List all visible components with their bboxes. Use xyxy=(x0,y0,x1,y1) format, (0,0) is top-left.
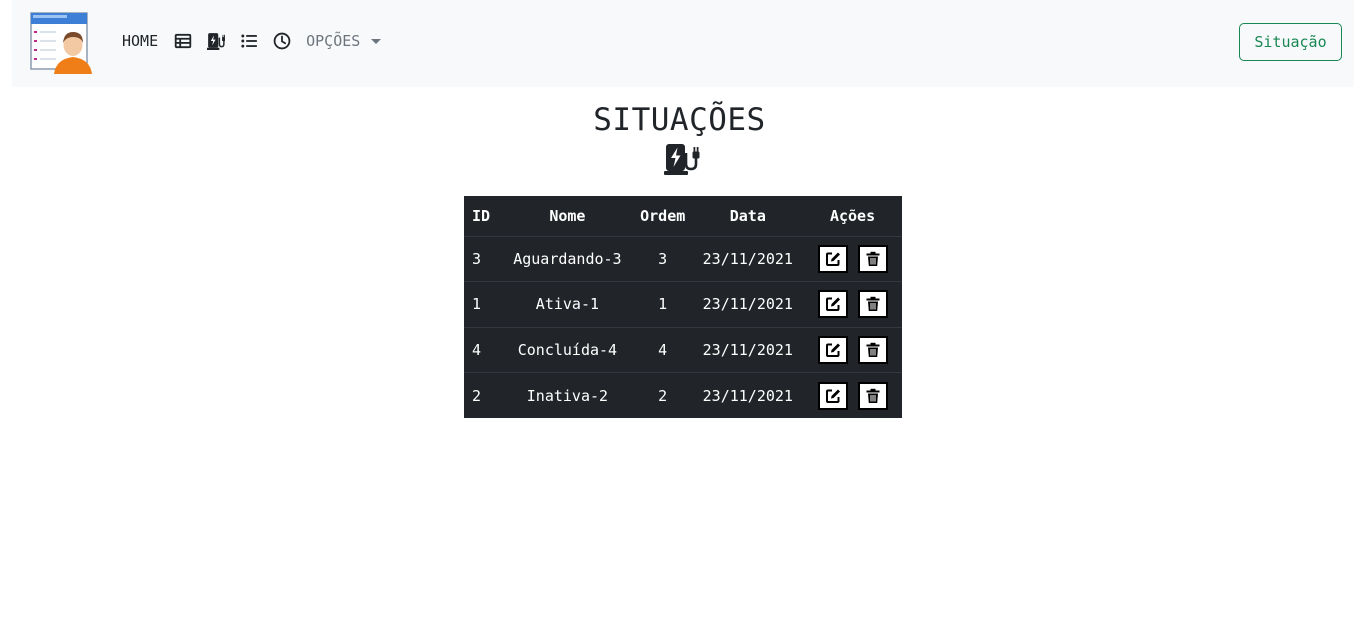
table-row: 1 Ativa-1 1 23/11/2021 xyxy=(464,281,902,327)
cell-actions xyxy=(803,372,902,418)
options-dropdown[interactable]: OPÇÕES xyxy=(306,32,382,50)
column-header-data: Data xyxy=(692,196,804,237)
table-icon[interactable] xyxy=(174,32,192,50)
charging-station-icon[interactable] xyxy=(207,32,226,50)
cell-data: 23/11/2021 xyxy=(692,372,804,418)
trash-icon xyxy=(866,297,880,312)
cell-ordem: 4 xyxy=(632,326,693,373)
charging-station-icon xyxy=(664,143,702,175)
delete-button[interactable] xyxy=(857,290,888,319)
caret-down-icon xyxy=(371,39,382,44)
list-icon[interactable] xyxy=(240,32,258,50)
cell-nome: Aguardando-3 xyxy=(502,235,633,282)
column-header-nome: Nome xyxy=(502,196,633,237)
cell-actions xyxy=(803,326,902,373)
cell-actions xyxy=(803,281,902,327)
edit-icon xyxy=(825,343,840,357)
edit-icon xyxy=(825,252,840,266)
options-dropdown-label: OPÇÕES xyxy=(306,32,361,50)
table-header-row: ID Nome Ordem Data Ações xyxy=(464,196,902,237)
trash-icon xyxy=(866,251,880,266)
edit-icon xyxy=(825,297,840,312)
cell-nome: Inativa-2 xyxy=(502,372,633,418)
cell-nome: Ativa-1 xyxy=(502,281,633,327)
clock-icon[interactable] xyxy=(273,32,291,50)
situacoes-table: ID Nome Ordem Data Ações 3 Aguardando-3 … xyxy=(464,196,902,418)
cell-id: 3 xyxy=(464,235,502,282)
trash-icon xyxy=(866,342,880,357)
navbar: HOME OPÇÕES Situação xyxy=(12,0,1354,87)
nav-links: HOME OPÇÕES xyxy=(122,28,382,54)
delete-button[interactable] xyxy=(857,381,888,410)
cell-ordem: 1 xyxy=(632,281,693,327)
app-logo-image xyxy=(30,12,92,74)
page-title: SITUAÇÕES xyxy=(593,102,766,138)
edit-icon xyxy=(825,389,840,403)
trash-icon xyxy=(866,388,880,403)
edit-button[interactable] xyxy=(817,290,848,319)
column-header-id: ID xyxy=(464,196,502,237)
table-row: 3 Aguardando-3 3 23/11/2021 xyxy=(464,235,902,282)
cell-data: 23/11/2021 xyxy=(692,326,804,373)
cell-ordem: 3 xyxy=(632,235,693,282)
table-row: 2 Inativa-2 2 23/11/2021 xyxy=(464,372,902,418)
cell-nome: Concluída-4 xyxy=(502,326,633,373)
cell-ordem: 2 xyxy=(632,372,693,418)
cell-id: 4 xyxy=(464,326,502,373)
delete-button[interactable] xyxy=(857,244,888,273)
edit-button[interactable] xyxy=(817,381,848,410)
column-header-acoes: Ações xyxy=(803,196,902,237)
situacao-button[interactable]: Situação xyxy=(1239,23,1342,61)
cell-id: 2 xyxy=(464,372,502,418)
delete-button[interactable] xyxy=(857,335,888,364)
cell-data: 23/11/2021 xyxy=(692,281,804,327)
cell-id: 1 xyxy=(464,281,502,327)
app-logo[interactable] xyxy=(28,11,94,75)
cell-actions xyxy=(803,235,902,282)
nav-home-link[interactable]: HOME xyxy=(122,32,158,50)
cell-data: 23/11/2021 xyxy=(692,235,804,282)
column-header-ordem: Ordem xyxy=(632,196,693,237)
edit-button[interactable] xyxy=(817,335,848,364)
table-row: 4 Concluída-4 4 23/11/2021 xyxy=(464,326,902,373)
edit-button[interactable] xyxy=(817,244,848,273)
